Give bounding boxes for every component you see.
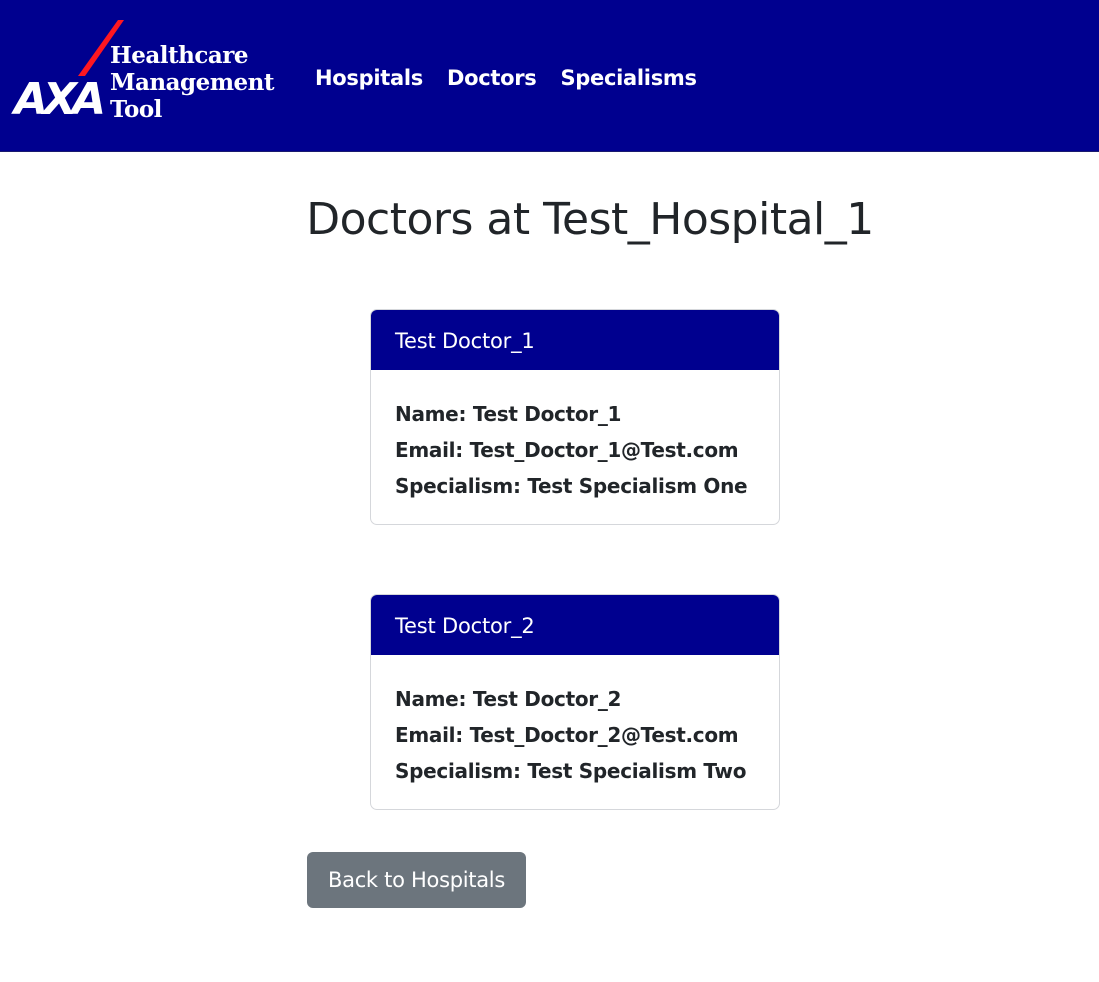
specialism-label: Specialism: [395,759,521,783]
doctor-name: Name: Test Doctor_2 [395,681,755,717]
specialism-value: Test Specialism One [527,474,748,498]
back-to-hospitals-button[interactable]: Back to Hospitals [307,852,526,908]
nav-link-doctors[interactable]: Doctors [447,64,537,92]
doctor-card-header: Test Doctor_2 [371,595,779,655]
logo-line-2: Management [110,69,275,96]
nav-link-hospitals[interactable]: Hospitals [315,64,423,92]
doctor-email: Email: Test_Doctor_1@Test.com [395,432,755,468]
page-title: Doctors at Test_Hospital_1 [306,194,874,245]
name-value: Test Doctor_2 [472,687,622,711]
doctor-card-header: Test Doctor_1 [371,310,779,370]
specialism-label: Specialism: [395,474,521,498]
logo-brand: AXA [14,74,106,125]
axa-logo[interactable]: AXA Healthcare Management Tool [14,18,275,128]
doctor-card-body: Name: Test Doctor_2 Email: Test_Doctor_2… [371,655,779,809]
specialism-value: Test Specialism Two [527,759,747,783]
doctor-specialism: Specialism: Test Specialism One [395,468,755,504]
doctor-card: Test Doctor_1 Name: Test Doctor_1 Email:… [370,309,780,525]
email-label: Email: [395,438,463,462]
navbar: AXA Healthcare Management Tool Hospitals… [0,0,1099,152]
logo-line-1: Healthcare [110,42,249,69]
doctor-email: Email: Test_Doctor_2@Test.com [395,717,755,753]
doctor-name: Name: Test Doctor_1 [395,396,755,432]
doctor-card-body: Name: Test Doctor_1 Email: Test_Doctor_1… [371,370,779,524]
doctor-card: Test Doctor_2 Name: Test Doctor_2 Email:… [370,594,780,810]
logo-title: Healthcare Management Tool [110,42,275,123]
nav-link-specialisms[interactable]: Specialisms [560,64,697,92]
email-value: Test_Doctor_1@Test.com [469,438,739,462]
email-label: Email: [395,723,463,747]
email-value: Test_Doctor_2@Test.com [469,723,739,747]
name-value: Test Doctor_1 [472,402,622,426]
name-label: Name: [395,402,467,426]
name-label: Name: [395,687,467,711]
doctor-specialism: Specialism: Test Specialism Two [395,753,755,789]
logo-line-3: Tool [110,96,162,123]
nav-links: Hospitals Doctors Specialisms [315,64,697,92]
